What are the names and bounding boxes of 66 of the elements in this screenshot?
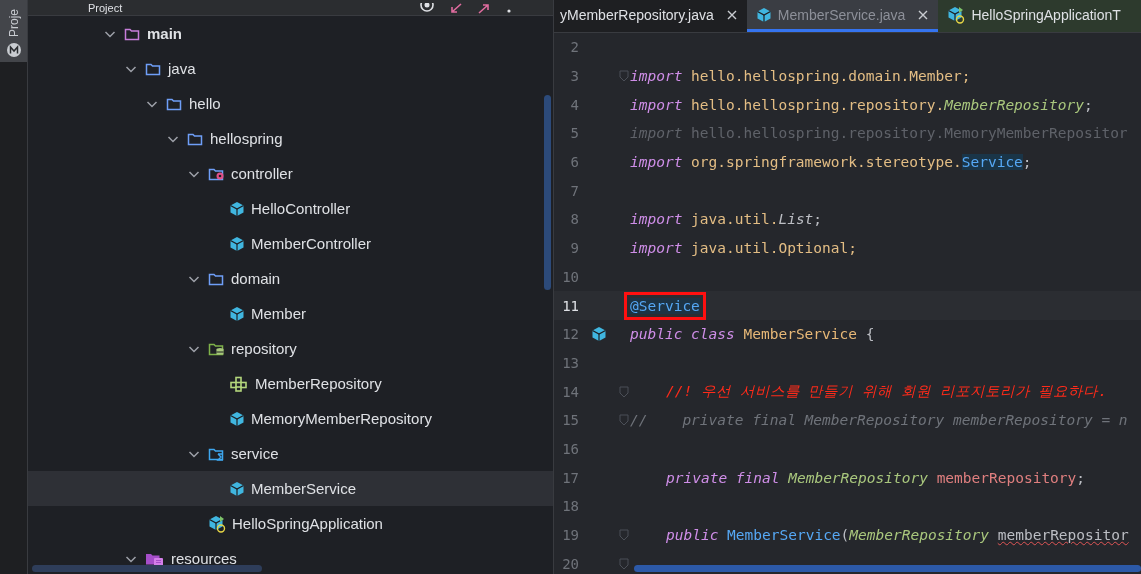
class-icon [229, 200, 245, 217]
line-number: 9 [569, 240, 579, 257]
tree-item[interactable]: HelloSpringApplication [28, 506, 553, 541]
code-line: import hello.hellospring.repository.MemberRepository; [630, 96, 1093, 113]
panel-title[interactable]: Project [88, 2, 123, 15]
code-line: private final MemberRepository memberRepository; [665, 469, 1086, 486]
line-number: 10 [561, 268, 579, 285]
app-icon [947, 5, 966, 24]
code-line: public class MemberService { [630, 326, 875, 343]
tree-item[interactable]: hello [28, 86, 553, 121]
code-line: // private final MemberRepository memberRepository = n [630, 412, 1128, 429]
tree-item[interactable]: MemoryMemberRepository [28, 401, 553, 436]
tree-item[interactable]: resources [28, 541, 553, 574]
line-number: 18 [561, 498, 579, 515]
project-tool-button[interactable]: Proje [0, 0, 27, 62]
app-icon [208, 514, 226, 533]
class-icon [229, 480, 245, 497]
line-number: 12 [561, 326, 579, 343]
maven-icon [5, 42, 22, 58]
line-number: 8 [569, 211, 579, 228]
scrollbar[interactable] [544, 95, 551, 290]
code-line: import java.util.List; [630, 211, 823, 228]
line-number: 4 [569, 96, 579, 113]
line-number: 6 [569, 154, 579, 171]
code-line: //! 우선 서비스를 만들기 위해 회원 리포지토리가 필요하다. [665, 382, 1108, 402]
tree-item[interactable]: repository [28, 331, 553, 366]
collapse-icon [449, 3, 463, 15]
tree-item[interactable]: MemberService [28, 471, 553, 506]
tree-item[interactable]: MemberController [28, 226, 553, 261]
code-line: import hello.hellospring.domain.Member; [630, 68, 971, 85]
line-number: 20 [561, 555, 579, 572]
code-line: import org.springframework.stereotype.Service; [630, 154, 1032, 171]
line-number: 5 [569, 125, 579, 142]
tree-item[interactable]: controller [28, 156, 553, 191]
tree-item[interactable]: service [28, 436, 553, 471]
tree-item[interactable]: Member [28, 296, 553, 331]
tree-item[interactable]: main [28, 16, 553, 51]
interface-icon [229, 375, 249, 392]
target-icon [419, 3, 435, 15]
line-number: 2 [569, 39, 579, 56]
tree-item[interactable]: MemberRepository [28, 366, 553, 401]
class-icon [229, 235, 245, 252]
scrollbar[interactable] [634, 565, 1141, 572]
line-number: 7 [569, 182, 579, 199]
line-number: 3 [569, 68, 579, 85]
line-number: 19 [561, 527, 579, 544]
class-icon [229, 410, 245, 427]
tree-item[interactable]: HelloController [28, 191, 553, 226]
class-icon [229, 305, 245, 322]
code-line: import java.util.Optional; [630, 240, 857, 257]
line-number: 16 [561, 440, 579, 457]
code-line: public MemberService(MemberRepository memberRepositor [665, 527, 1129, 544]
line-number: 13 [561, 354, 579, 371]
class-icon [755, 6, 772, 23]
tree-item[interactable]: hellospring [28, 121, 553, 156]
line-number: 11 [561, 297, 579, 314]
editor-tab[interactable]: HelloSpringApplicationT [938, 0, 1141, 32]
line-number: 14 [561, 383, 579, 400]
tree-item[interactable]: domain [28, 261, 553, 296]
expand-icon [477, 3, 491, 15]
editor-tab[interactable]: yMemberRepository.java [554, 0, 747, 32]
code-line: import hello.hellospring.repository.MemoryMemberRepositor [630, 125, 1128, 142]
line-number: 15 [561, 412, 579, 429]
scrollbar[interactable] [32, 565, 262, 572]
tree-item[interactable]: java [28, 51, 553, 86]
line-number: 17 [561, 469, 579, 486]
